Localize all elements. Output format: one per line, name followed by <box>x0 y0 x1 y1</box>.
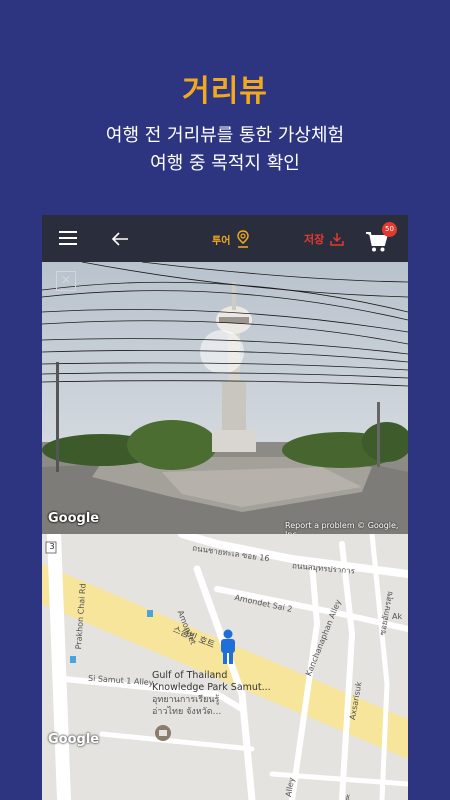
tour-pin-icon <box>237 230 250 248</box>
poi-name-line: Knowledge Park Samut... <box>152 682 271 693</box>
hero-subtitle-line1: 여행 전 거리뷰를 통한 가상체험 <box>105 125 345 146</box>
hero-title: 거리뷰 <box>182 74 268 109</box>
save-label: 저장 <box>304 233 325 246</box>
route-badge: 3 <box>49 542 55 551</box>
cart-count-badge: 50 <box>382 222 397 237</box>
street-view-panorama[interactable]: ✕ Google Report a problem © Google, Inc. <box>42 262 408 534</box>
poi-thai-line: อุทยานการเรียนรู้ <box>152 695 220 705</box>
road-label: Ak <box>392 612 403 621</box>
poi-name-line: Gulf of Thailand <box>152 670 228 681</box>
tour-label: 투어 <box>212 235 231 247</box>
app-toolbar: 투어 저장 50 <box>42 215 408 262</box>
cart-button[interactable]: 50 <box>365 222 399 254</box>
hamburger-menu-icon[interactable] <box>59 231 77 245</box>
map-view[interactable]: 3 ถนนชายทะเล ซอย 16 ถนนสมุทรปราการ Amond… <box>42 534 408 800</box>
google-logo: Google <box>48 732 100 747</box>
pegman-icon[interactable] <box>219 629 237 665</box>
google-logo: Google <box>48 511 100 526</box>
poi-thai-line: อ่าวไทย จังหวัด... <box>152 707 222 717</box>
report-problem-link[interactable]: Report a problem <box>285 521 355 530</box>
back-arrow-icon[interactable] <box>110 229 130 249</box>
hero-subtitle-line2: 여행 중 목적지 확인 <box>150 153 300 174</box>
road-label: อั <box>345 794 350 800</box>
street-view-scene <box>42 262 408 534</box>
tour-button[interactable]: 투어 <box>212 228 250 250</box>
close-street-view-button[interactable]: ✕ <box>56 271 76 291</box>
phone-screen: 투어 저장 50 ✕ Google Report a problem © Goo… <box>42 215 408 800</box>
download-icon <box>330 233 344 246</box>
save-button[interactable]: 저장 <box>304 228 344 250</box>
poi-label[interactable]: Gulf of Thailand Knowledge Park Samut...… <box>152 670 271 718</box>
street-view-attribution: Report a problem © Google, Inc. <box>285 521 408 534</box>
